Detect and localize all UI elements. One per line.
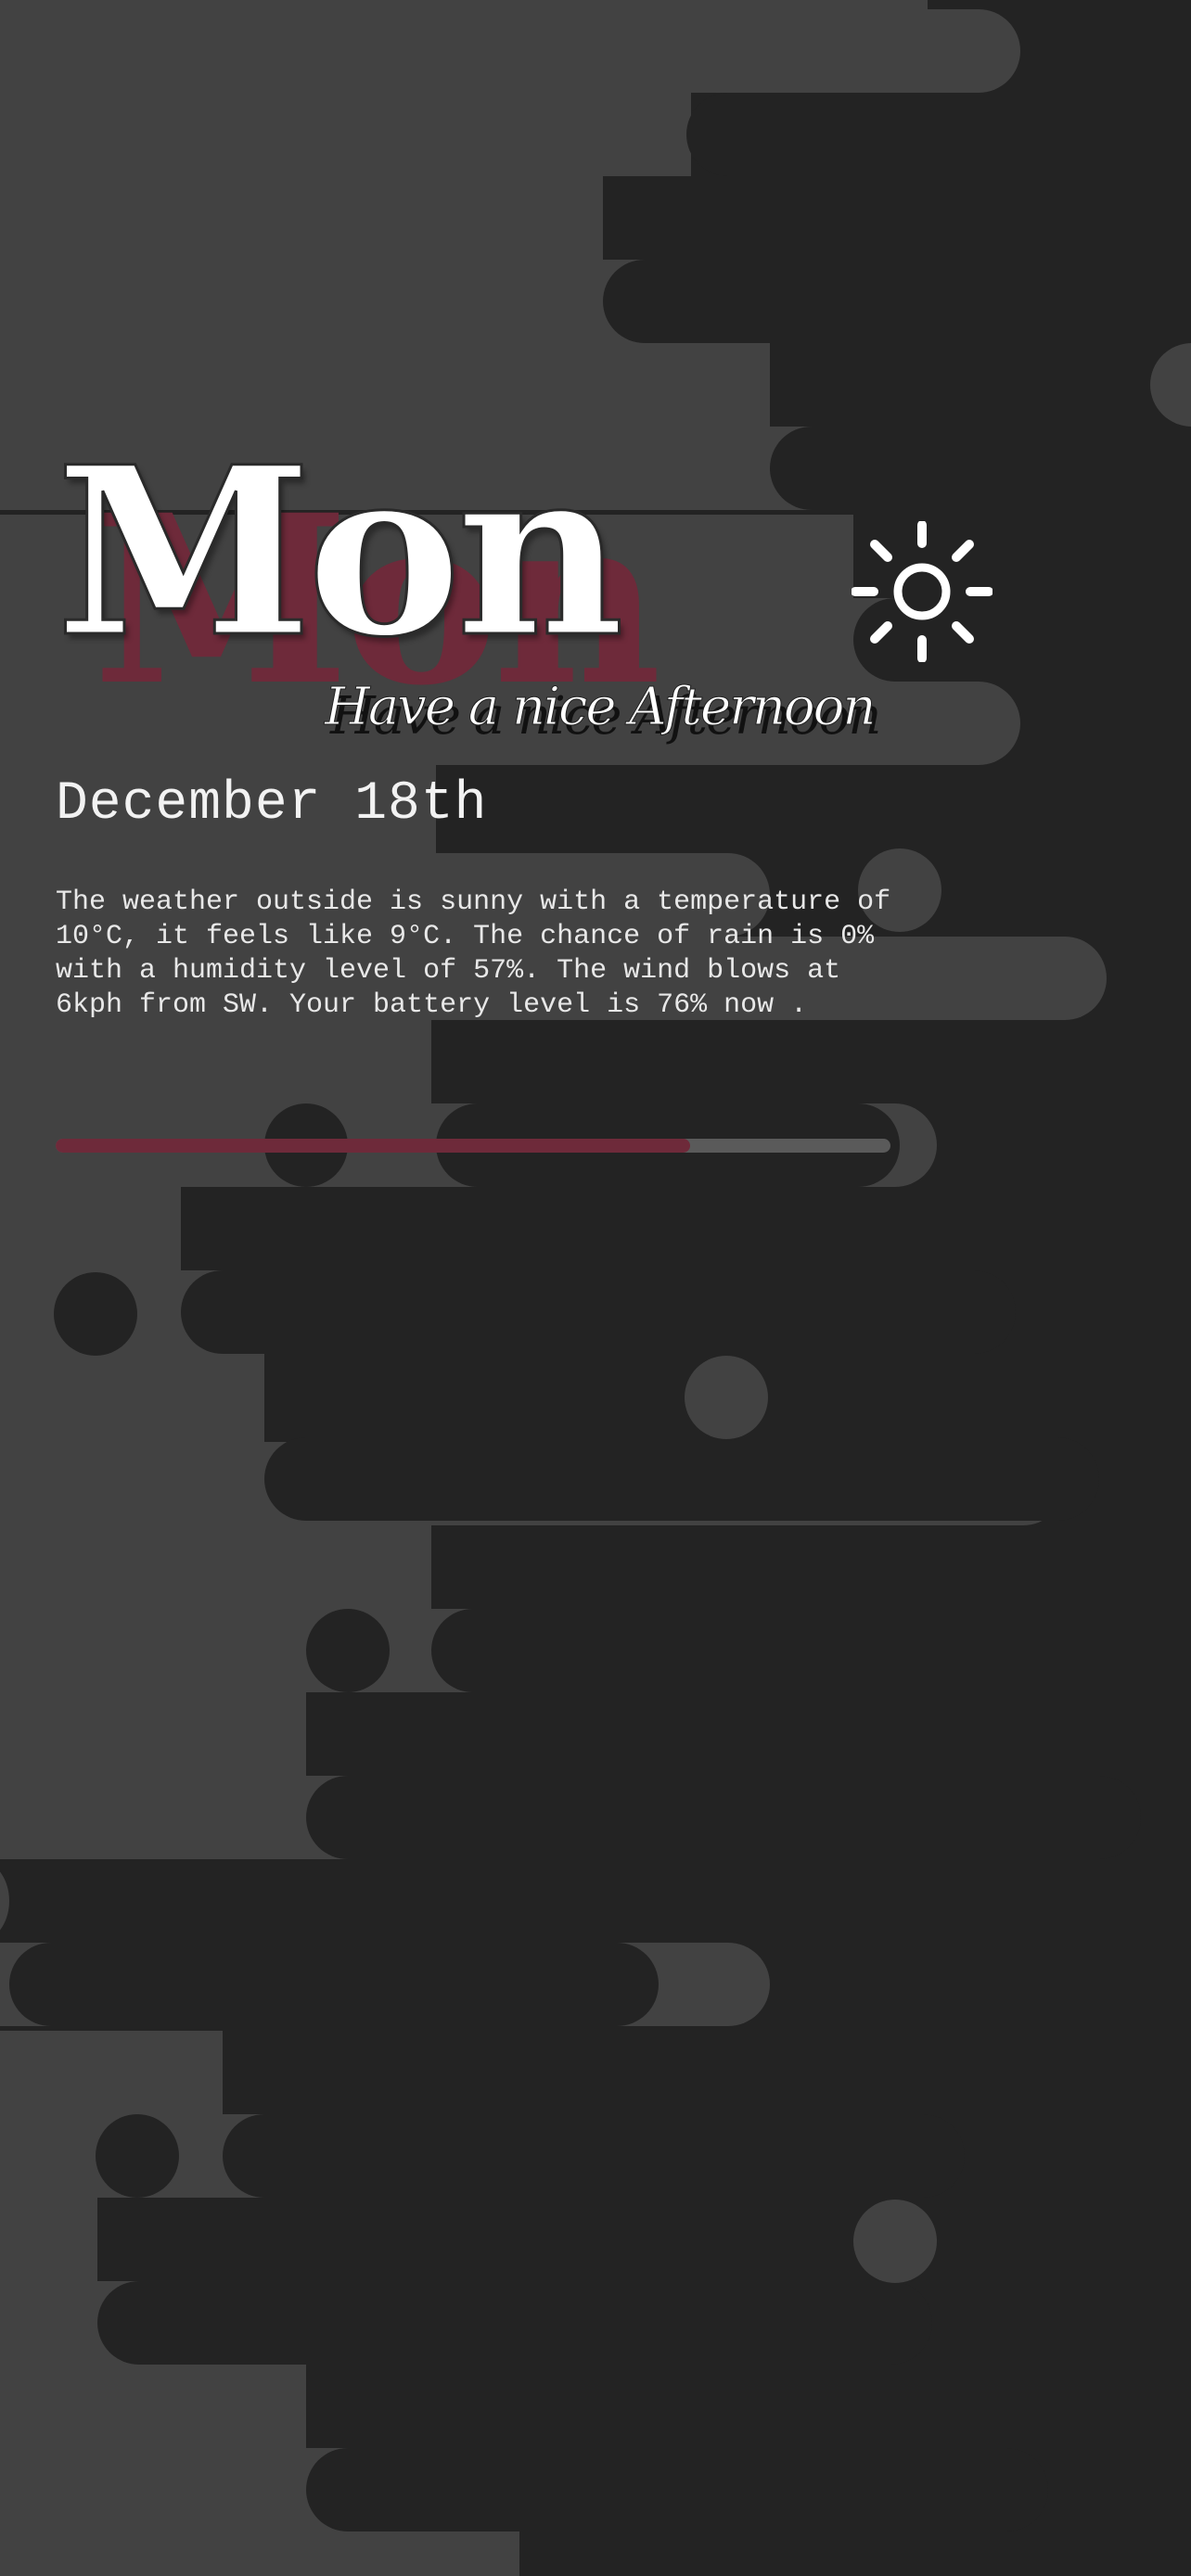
bg-dark-pill	[686, 93, 1191, 176]
battery-bar	[56, 1139, 890, 1153]
bg-dot	[306, 1609, 390, 1692]
bg-dark-pill	[181, 1270, 1016, 1354]
bg-dark-pill	[431, 1609, 1191, 1692]
bg-fill	[0, 1525, 431, 1609]
bg-stripe	[0, 1871, 9, 1931]
bg-fill	[0, 1692, 306, 1776]
greeting: Have a nice Afternoon Have a nice Aftern…	[324, 677, 918, 760]
sun-icon	[852, 521, 992, 662]
bg-dot	[54, 1272, 137, 1356]
day-heading: Mon Mon	[54, 415, 724, 717]
weather-description: The weather outside is sunny with a temp…	[56, 886, 891, 1021]
bg-fill	[0, 2531, 519, 2576]
bg-dark-pill	[264, 1437, 1099, 1521]
date-text: December 18th	[56, 774, 488, 835]
bg-dot	[853, 2200, 937, 2283]
bg-fill	[0, 176, 603, 260]
battery-bar-fill	[56, 1139, 690, 1153]
bg-dark-pill	[9, 1943, 659, 2026]
background-pattern	[0, 0, 1191, 2576]
bg-fill	[0, 0, 928, 9]
bg-fill	[0, 1354, 264, 1442]
bg-fill	[0, 2031, 223, 2114]
bg-dark-pill	[306, 2448, 1048, 2531]
bg-dot	[685, 1356, 768, 1439]
bg-fill	[0, 2198, 97, 2281]
bg-fill	[0, 2365, 306, 2448]
bg-dark-pill	[97, 2281, 932, 2365]
bg-dark-pill	[603, 260, 1191, 343]
bg-dot	[96, 2114, 179, 2198]
day-text: Mon	[54, 415, 625, 688]
bg-dark-pill	[223, 2114, 965, 2198]
bg-dark-pill	[770, 427, 1191, 510]
bg-fill	[0, 343, 770, 427]
greeting-text: Have a nice Afternoon	[324, 677, 876, 738]
bg-fill	[0, 1020, 431, 1103]
bg-stripe	[0, 9, 1020, 93]
bg-fill	[0, 1187, 181, 1270]
bg-fill	[0, 93, 691, 176]
bg-dark-pill	[306, 1776, 1141, 1859]
bg-dot	[1150, 343, 1191, 427]
